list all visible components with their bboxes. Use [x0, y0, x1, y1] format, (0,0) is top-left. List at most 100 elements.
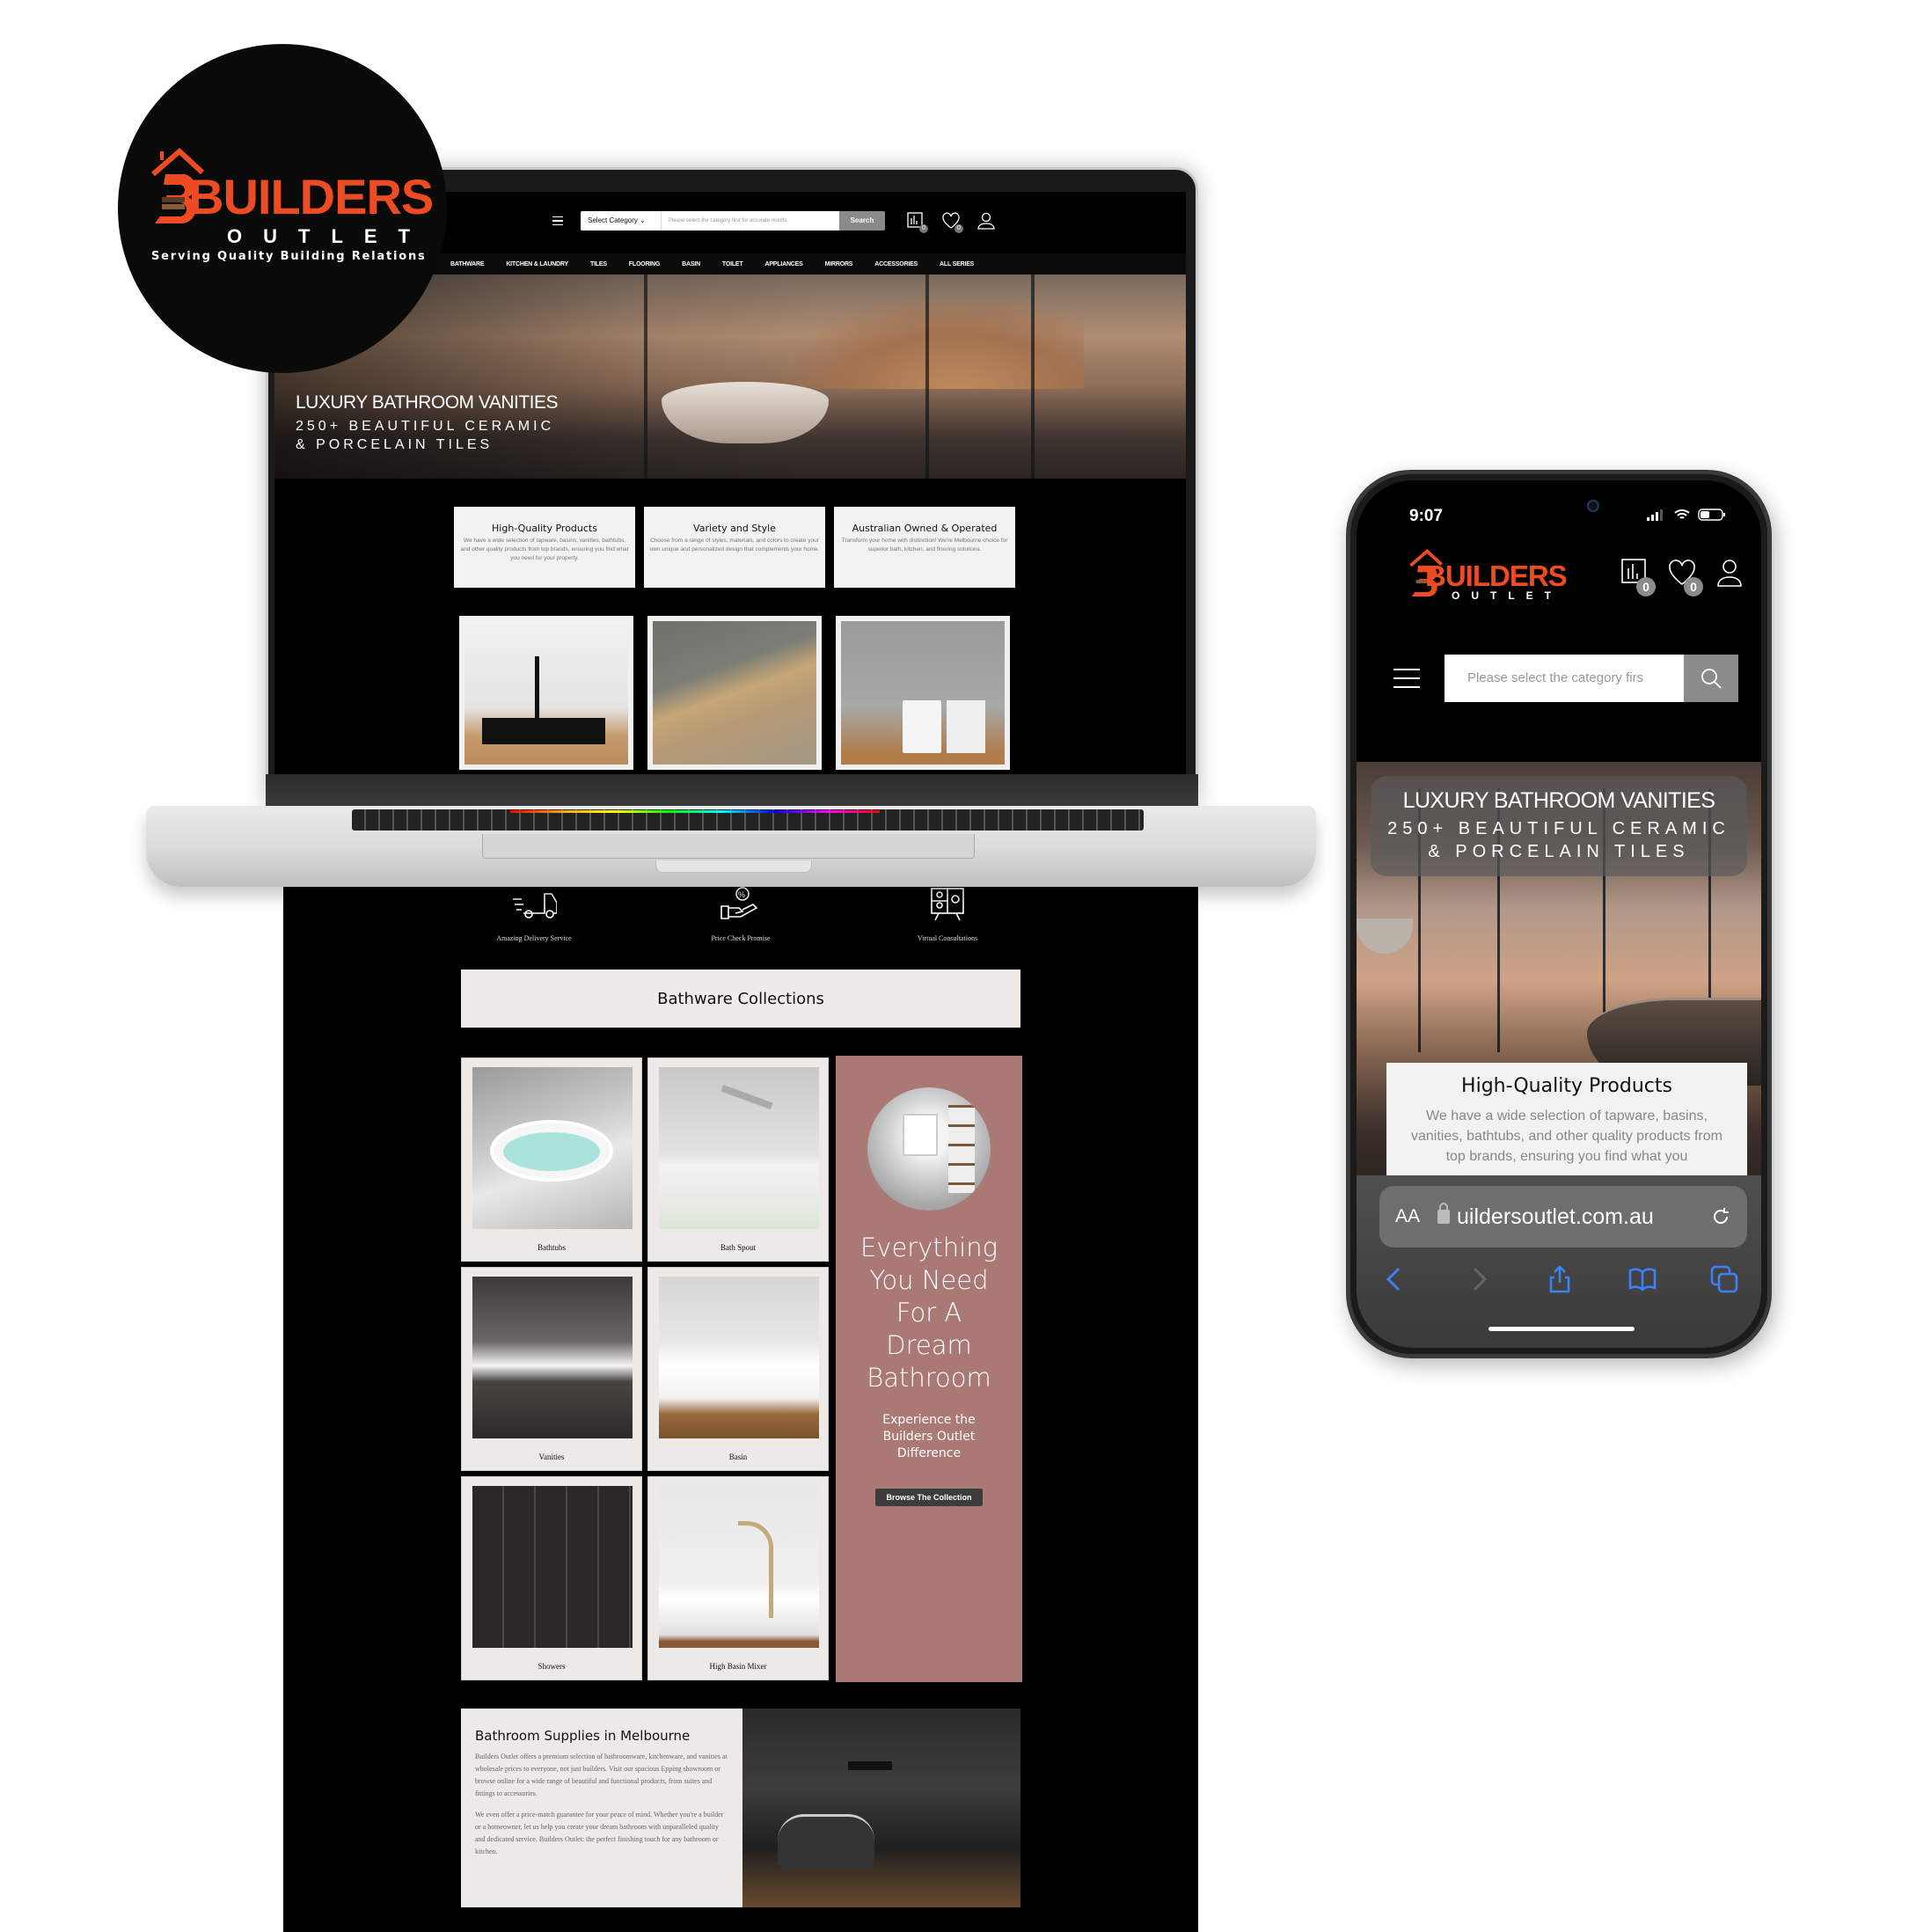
flooring-image [653, 621, 816, 765]
mobile-wishlist-button[interactable]: 0 [1668, 558, 1703, 596]
nav-item[interactable]: ALL SERIES [940, 261, 974, 267]
nav-item[interactable]: MIRRORS [825, 261, 853, 267]
window-frame [925, 274, 929, 479]
hero-sink-bowl [1357, 918, 1413, 954]
window-frame [644, 274, 647, 479]
appliances-image [841, 621, 1005, 765]
touchbar [510, 810, 880, 813]
mobile-brand-name[interactable]: BUILDERS [1425, 560, 1568, 593]
home-indicator[interactable] [1488, 1327, 1635, 1331]
collection-card-vanities[interactable]: Vanities [461, 1267, 642, 1471]
service-label: Virtual Consultations [917, 934, 978, 942]
category-thumb-kitchen[interactable] [459, 616, 633, 770]
url-text: uildersoutlet.com.au [1457, 1204, 1654, 1229]
feature-card: High-Quality Products We have a wide sele… [454, 507, 635, 588]
nav-item[interactable]: TOILET [722, 261, 743, 267]
search-input[interactable]: Please select the category first for acc… [662, 211, 839, 231]
collection-title: Bathware Collections [461, 970, 1020, 1028]
lock-icon [1437, 1203, 1451, 1224]
mobile-account-button[interactable] [1715, 558, 1744, 588]
wishlist-button[interactable]: 0 [941, 211, 963, 233]
category-thumb-flooring[interactable] [647, 616, 822, 770]
compare-button[interactable]: 0 [906, 211, 928, 233]
feature-card: Variety and Style Choose from a range of … [644, 507, 825, 588]
service-price-check[interactable]: % Price Check Promise [666, 887, 816, 942]
browse-collection-button[interactable]: Browse The Collection [875, 1489, 983, 1506]
chevron-down-icon: ⌄ [640, 216, 646, 224]
nav-item[interactable]: APPLIANCES [764, 261, 802, 267]
mobile-search-button[interactable] [1684, 655, 1738, 702]
laptop-hinge [266, 774, 1198, 806]
feature-title: Australian Owned & Operated [852, 523, 998, 534]
bathtub-image [472, 1067, 633, 1229]
desktop-page-continuation: Amazing Delivery Service % Price Check P… [283, 871, 1198, 1932]
status-icons [1647, 509, 1726, 521]
bookmarks-icon[interactable] [1627, 1263, 1658, 1295]
supplies-paragraph: Builders Outlet offers a premium selecti… [475, 1753, 728, 1797]
mobile-feature-title: High-Quality Products [1461, 1075, 1672, 1097]
mobile-search-input[interactable]: Please select the category firs [1445, 655, 1684, 702]
safari-nav-buttons [1379, 1263, 1740, 1295]
high-basin-mixer-image [659, 1486, 819, 1648]
nav-item[interactable]: ACCESSORIES [874, 261, 918, 267]
hero-title: LUXURY BATHROOM VANITIES [296, 392, 559, 413]
nav-item[interactable]: KITCHEN & LAUNDRY [506, 261, 568, 267]
collection-card-bath-spout[interactable]: Bath Spout [647, 1057, 829, 1262]
hero-subtitle-line: & PORCELAIN TILES [1428, 842, 1690, 861]
status-time: 9:07 [1409, 507, 1444, 525]
laptop-notch [655, 860, 812, 873]
price-hand-icon: % [720, 887, 758, 919]
compare-count-badge: 0 [919, 224, 928, 233]
collection-card-high-basin-mixer[interactable]: High Basin Mixer [647, 1476, 829, 1680]
hero-subtitle-line: 250+ BEAUTIFUL CERAMIC [1387, 819, 1730, 838]
nav-item[interactable]: FLOORING [629, 261, 661, 267]
tabs-icon[interactable] [1708, 1263, 1740, 1295]
wishlist-count-badge: 0 [954, 224, 963, 233]
basin-image [659, 1277, 819, 1438]
collection-card-label: Bath Spout [720, 1243, 757, 1252]
mobile-hero-title: LUXURY BATHROOM VANITIES [1402, 788, 1715, 813]
supplies-paragraph: We even offer a price-match guarantee fo… [475, 1811, 724, 1855]
promo-bathroom-image [867, 1087, 991, 1211]
service-virtual-consult[interactable]: Virtual Consultations [873, 887, 1022, 942]
text-size-button[interactable]: AA [1395, 1206, 1420, 1227]
mobile-compare-count: 0 [1636, 577, 1656, 596]
laptop-trackpad [482, 834, 975, 859]
search-button[interactable]: Search [839, 211, 885, 231]
promo-subline: Experience the Builders Outlet Differenc… [882, 1413, 976, 1460]
hamburger-menu-icon[interactable] [552, 216, 563, 225]
mobile-feature-card: High-Quality Products We have a wide sel… [1386, 1063, 1747, 1186]
collection-card-showers[interactable]: Showers [461, 1476, 642, 1680]
supplies-title: Bathroom Supplies in Melbourne [475, 1728, 691, 1744]
back-icon[interactable] [1379, 1263, 1411, 1295]
brand-tagline: Serving Quality Building Relations [151, 250, 427, 263]
collection-card-bathtubs[interactable]: Bathtubs [461, 1057, 642, 1262]
promo-headline: Everything You Need For A Dream Bathroom [859, 1233, 998, 1393]
bath-spout-image [659, 1067, 819, 1229]
feature-card: Australian Owned & Operated Transform you… [834, 507, 1015, 588]
nav-item[interactable]: TILES [590, 261, 607, 267]
collection-card-label: Bathtubs [537, 1243, 566, 1252]
feature-text: Choose from a range of styles, materials… [649, 538, 820, 553]
feature-text: We have a wide selection of tapware, bas… [460, 538, 629, 561]
category-thumb-appliances[interactable] [836, 616, 1010, 770]
category-thumbnails [459, 616, 1010, 770]
forward-icon[interactable] [1462, 1263, 1494, 1295]
service-delivery[interactable]: Amazing Delivery Service [459, 887, 609, 942]
services-row: Amazing Delivery Service % Price Check P… [459, 887, 1022, 942]
nav-item[interactable]: BATHWARE [450, 261, 485, 267]
collection-card-basin[interactable]: Basin [647, 1267, 829, 1471]
hero-subtitle-line: & PORCELAIN TILES [296, 437, 494, 452]
phone-screen: 9:07 BUILDERS OUTLET 0 0 Please select t… [1357, 480, 1761, 1348]
mobile-compare-button[interactable]: 0 [1620, 558, 1656, 596]
nav-item[interactable]: BASIN [682, 261, 700, 267]
account-button[interactable] [976, 211, 996, 231]
mobile-hamburger-icon[interactable] [1393, 669, 1420, 688]
feature-title: Variety and Style [693, 523, 776, 534]
category-select[interactable]: Select Category ⌄ [581, 211, 662, 231]
safari-address-bar[interactable]: AA uildersoutlet.com.au [1379, 1186, 1747, 1248]
reload-icon[interactable] [1710, 1206, 1731, 1227]
collection-card-label: Vanities [538, 1453, 565, 1461]
share-icon[interactable] [1544, 1263, 1576, 1295]
hero-subtitle-line: 250+ BEAUTIFUL CERAMIC [296, 419, 555, 434]
